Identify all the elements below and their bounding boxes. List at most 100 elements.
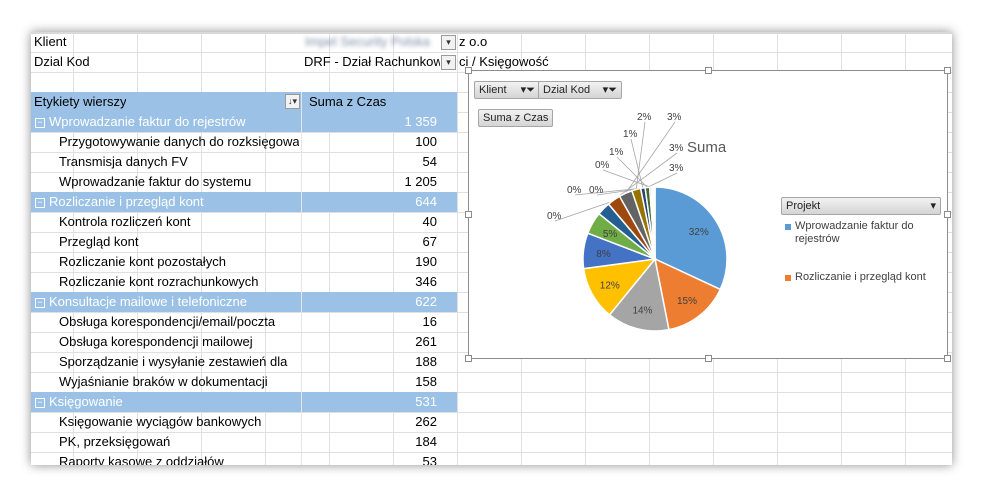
row-value: 158: [415, 374, 437, 389]
pivot-item-row[interactable]: Transmisja danych FV 54: [31, 152, 457, 172]
sum-header: Suma z Czas: [309, 94, 387, 109]
row-label-text: Wyjaśnianie braków w dokumentacji: [59, 374, 268, 389]
row-value: 100: [415, 134, 437, 149]
pivot-item-row[interactable]: Wyjaśnianie braków w dokumentacji 158: [31, 372, 457, 392]
row-label: Rozliczanie kont pozostałych: [59, 252, 299, 272]
row-value: 1 205: [404, 174, 437, 189]
legend-item-label: Wprowadzanie faktur do: [795, 220, 914, 232]
column-divider: [301, 92, 302, 465]
row-label: Obsługa korespondencji mailowej: [59, 332, 299, 352]
row-value: 644: [415, 194, 437, 209]
pivot-chart[interactable]: Klient ▾⏷ Dzial Kod ▾⏷ Suma z Czas Suma …: [465, 67, 951, 362]
filter-icon: ▾: [446, 37, 451, 47]
row-value: 188: [415, 354, 437, 369]
data-label: 8%: [596, 249, 611, 260]
legend-swatch: [785, 275, 791, 281]
data-label: 0%: [589, 185, 604, 196]
row-label-text: PK, przeksięgowań: [59, 434, 171, 449]
data-label: 0%: [547, 211, 562, 222]
pivot-item-row[interactable]: Obsługa korespondencji/email/poczta 16: [31, 312, 457, 332]
pivot-item-row[interactable]: Przegląd kont 67: [31, 232, 457, 252]
row-value: 184: [415, 434, 437, 449]
filter-value-klient: Impel Security Polska: [305, 34, 430, 49]
collapse-icon[interactable]: −: [35, 398, 45, 408]
row-labels-sort-button[interactable]: ↓▾: [285, 94, 300, 109]
chart-title: Suma: [687, 139, 727, 156]
pivot-item-row[interactable]: Wprowadzanie faktur do systemu 1 205: [31, 172, 457, 192]
row-label: − Księgowanie: [35, 392, 123, 412]
row-label-text: Księgowanie wyciągów bankowych: [59, 414, 262, 429]
row-label: − Wprowadzanie faktur do rejestrów: [35, 112, 246, 132]
row-value: 40: [422, 214, 437, 229]
data-label: 32%: [689, 227, 709, 238]
row-value: 54: [422, 154, 437, 169]
row-label-text: Obsługa korespondencji mailowej: [59, 334, 253, 349]
leader-line: [602, 169, 651, 188]
spreadsheet: Klient Impel Security Polska ▾ z o.o Dzi…: [31, 32, 952, 465]
filter-value-dzial: DRF - Dział Rachunkow: [304, 54, 440, 69]
row-label-text: Przygotowywanie danych do rozksięgowania: [59, 134, 299, 149]
row-label: Sporządzanie i wysyłanie zestawień dla: [59, 352, 299, 372]
row-label-text: Rozliczanie kont pozostałych: [59, 254, 226, 269]
pivot-item-row[interactable]: Rozliczanie kont pozostałych 190: [31, 252, 457, 272]
filter-icon: ▾: [446, 57, 451, 67]
row-label: PK, przeksięgowań: [59, 432, 299, 452]
row-label: Kontrola rozliczeń kont: [59, 212, 299, 232]
row-value: 67: [422, 234, 437, 249]
row-value: 1 359: [404, 114, 437, 129]
row-label: Przegląd kont: [59, 232, 299, 252]
chevron-down-icon: ▾: [930, 200, 936, 212]
row-label-text: Przegląd kont: [59, 234, 139, 249]
collapse-icon[interactable]: −: [35, 198, 45, 208]
data-label: 12%: [600, 280, 620, 291]
row-label: − Konsultacje mailowe i telefoniczne: [35, 292, 247, 312]
legend-item-wprowadzanie: Wprowadzanie faktur do rejestrów: [795, 220, 914, 246]
row-label-text: Obsługa korespondencji/email/poczta: [59, 314, 276, 329]
filter-value-klient-suffix: z o.o: [459, 34, 488, 49]
pivot-group-row[interactable]: − Wprowadzanie faktur do rejestrów 1 359: [31, 112, 457, 132]
filter-dropdown-dzial[interactable]: ▾: [441, 55, 456, 70]
pie-slice[interactable]: [653, 186, 656, 260]
legend-field-label: Projekt: [786, 200, 821, 212]
pivot-group-row[interactable]: − Rozliczanie i przegląd kont 644: [31, 192, 457, 212]
legend-field-button-projekt[interactable]: Projekt ▾: [781, 197, 941, 215]
pivot-item-row[interactable]: Księgowanie wyciągów bankowych 262: [31, 412, 457, 432]
filter-label-dzial: Dzial Kod: [34, 54, 90, 69]
row-label: Przygotowywanie danych do rozksięgowania: [59, 132, 299, 152]
row-label-text: Wprowadzanie faktur do systemu: [59, 174, 252, 189]
row-value: 531: [415, 394, 437, 409]
data-label: 3%: [667, 112, 682, 123]
pivot-item-row[interactable]: PK, przeksięgowań 184: [31, 432, 457, 452]
row-value: 190: [415, 254, 437, 269]
data-label: 1%: [623, 129, 638, 140]
pivot-item-row[interactable]: Rozliczanie kont rozrachunkowych 346: [31, 272, 457, 292]
row-label-text: Raporty kasowe z oddziałów: [59, 454, 224, 465]
pivot-group-row[interactable]: − Konsultacje mailowe i telefoniczne 622: [31, 292, 457, 312]
row-label-text: Księgowanie: [49, 394, 123, 409]
data-label: 15%: [677, 296, 697, 307]
data-label: 14%: [632, 305, 652, 316]
row-value: 16: [422, 314, 437, 329]
row-label-text: Kontrola rozliczeń kont: [59, 214, 191, 229]
row-value: 262: [415, 414, 437, 429]
collapse-icon[interactable]: −: [35, 118, 45, 128]
data-label: 2%: [637, 112, 652, 123]
sort-dropdown-icon: ↓▾: [287, 96, 298, 106]
pivot-item-row[interactable]: Sporządzanie i wysyłanie zestawień dla 18…: [31, 352, 457, 372]
filter-value-dzial-suffix: ci / Księgowość: [459, 54, 549, 69]
pivot-item-row[interactable]: Obsługa korespondencji mailowej 261: [31, 332, 457, 352]
row-label: Rozliczanie kont rozrachunkowych: [59, 272, 299, 292]
row-value: 53: [422, 454, 437, 465]
pivot-item-row[interactable]: Raporty kasowe z oddziałów 53: [31, 452, 457, 465]
pivot-group-row[interactable]: − Księgowanie 531: [31, 392, 457, 412]
collapse-icon[interactable]: −: [35, 298, 45, 308]
row-label: Wprowadzanie faktur do systemu: [59, 172, 299, 192]
row-label: Obsługa korespondencji/email/poczta: [59, 312, 299, 332]
pivot-item-row[interactable]: Przygotowywanie danych do rozksięgowania…: [31, 132, 457, 152]
row-label-text: Wprowadzanie faktur do rejestrów: [49, 114, 246, 129]
pivot-item-row[interactable]: Kontrola rozliczeń kont 40: [31, 212, 457, 232]
row-labels-header: Etykiety wierszy: [34, 94, 127, 109]
filter-dropdown-klient[interactable]: ▾: [441, 35, 456, 50]
row-value: 346: [415, 274, 437, 289]
row-label: − Rozliczanie i przegląd kont: [35, 192, 204, 212]
